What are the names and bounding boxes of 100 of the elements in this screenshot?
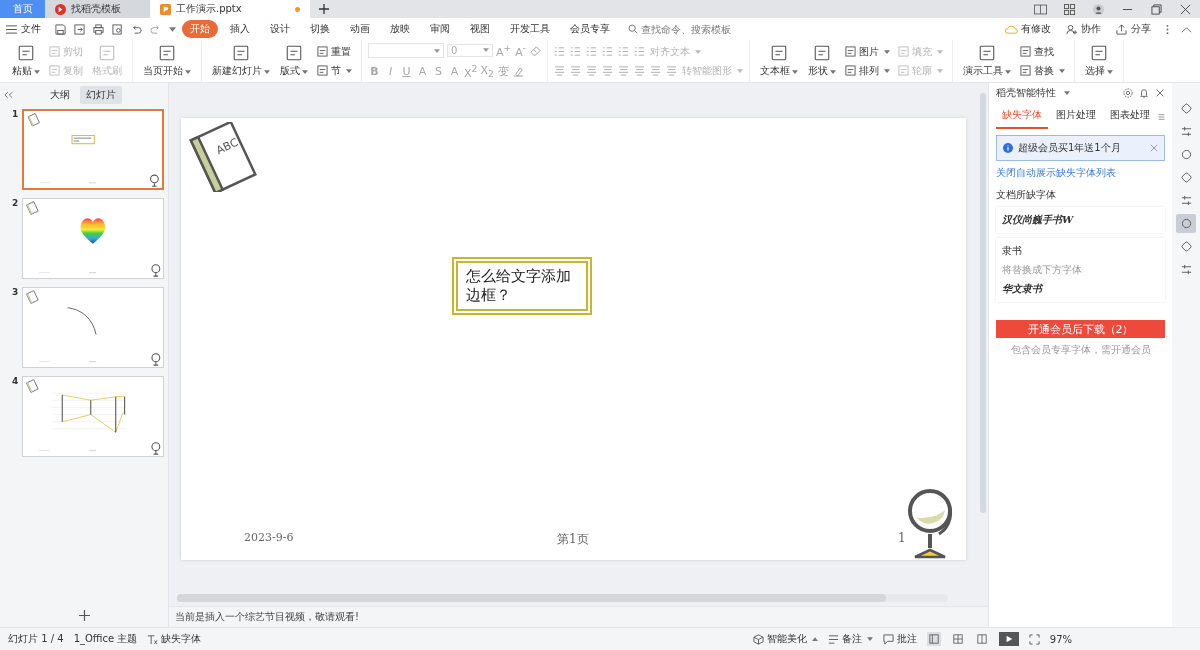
view-button[interactable] bbox=[974, 632, 989, 646]
ribbon-tab[interactable]: 开发工具 bbox=[502, 20, 558, 38]
save-icon[interactable] bbox=[55, 23, 66, 35]
file-menu[interactable]: 文件 bbox=[6, 22, 41, 36]
eraser-icon[interactable] bbox=[530, 44, 542, 56]
slide-thumbnail[interactable] bbox=[22, 376, 164, 457]
list-icon[interactable] bbox=[634, 46, 646, 57]
list-icon[interactable] bbox=[586, 46, 598, 57]
grid-icon[interactable] bbox=[1063, 3, 1076, 15]
pane-tab[interactable]: 图表处理 bbox=[1104, 105, 1156, 129]
align-icon[interactable] bbox=[650, 65, 662, 76]
tool-icon bbox=[158, 44, 176, 62]
layout-icon[interactable] bbox=[1034, 3, 1047, 15]
export-icon[interactable] bbox=[74, 23, 85, 35]
beautify-button[interactable]: 智能美化 bbox=[752, 632, 818, 646]
pane-title[interactable]: 稻壳智能特性 bbox=[996, 86, 1056, 100]
ribbon-tab[interactable]: 放映 bbox=[382, 20, 418, 38]
ribbon-button[interactable]: 文本框 bbox=[756, 44, 803, 78]
action-button[interactable]: 协作 bbox=[1065, 22, 1101, 36]
ribbon-tab[interactable]: 设计 bbox=[262, 20, 298, 38]
view-button[interactable] bbox=[926, 632, 941, 646]
hide-list-link[interactable]: 关闭自动展示缺失字体列表 bbox=[996, 166, 1165, 180]
align-icon[interactable] bbox=[554, 65, 566, 76]
search-field[interactable]: 查找命令、搜索模板 bbox=[628, 23, 751, 35]
align-icon[interactable] bbox=[570, 65, 582, 76]
align-icon[interactable] bbox=[634, 65, 646, 76]
panel-tab[interactable]: 大纲 bbox=[43, 86, 76, 104]
scrollbar[interactable] bbox=[177, 594, 948, 602]
font-card[interactable]: 汉仪尚巍手书W bbox=[996, 207, 1165, 233]
action-button[interactable]: 有修改 bbox=[1005, 22, 1051, 36]
list-icon[interactable] bbox=[570, 46, 582, 57]
align-icon[interactable] bbox=[586, 65, 598, 76]
ribbon-button[interactable]: 新建幻灯片 bbox=[208, 44, 274, 78]
ribbon-button[interactable]: 节 bbox=[317, 63, 352, 78]
bell-icon[interactable] bbox=[1139, 88, 1149, 98]
ribbon-button[interactable]: 当页开始 bbox=[139, 44, 195, 78]
avatar-icon[interactable] bbox=[1092, 3, 1105, 15]
ribbon-tab[interactable]: 切换 bbox=[302, 20, 338, 38]
close-icon[interactable] bbox=[1155, 88, 1165, 98]
slide-thumbnail[interactable] bbox=[22, 198, 164, 279]
panel-tab[interactable]: 幻灯片 bbox=[79, 86, 122, 104]
list-icon[interactable] bbox=[602, 46, 614, 57]
fit-icon[interactable] bbox=[1028, 633, 1040, 645]
zoom-level[interactable]: 97% bbox=[1049, 633, 1072, 645]
caret-icon[interactable] bbox=[1064, 91, 1070, 95]
print-icon[interactable] bbox=[93, 23, 104, 35]
notes-button[interactable]: 备注 bbox=[827, 632, 873, 646]
ribbon-button[interactable]: 形状 bbox=[804, 44, 841, 78]
download-button[interactable]: 开通会员后下载（2） bbox=[996, 320, 1165, 338]
highlighter-icon[interactable] bbox=[512, 66, 524, 78]
ribbon-button[interactable]: 粘贴 bbox=[8, 44, 44, 78]
action-button[interactable]: 分享 bbox=[1115, 22, 1151, 36]
restore-icon[interactable] bbox=[1150, 3, 1163, 15]
list-icon[interactable] bbox=[618, 46, 630, 57]
notes-text[interactable]: 当前是插入一个综艺节目视频，敬请观看! bbox=[169, 606, 988, 627]
ribbon-button[interactable]: 选择 bbox=[1081, 44, 1118, 78]
font-name-field[interactable] bbox=[368, 42, 444, 58]
align-icon[interactable] bbox=[618, 65, 630, 76]
tool-icon bbox=[49, 65, 60, 76]
ribbon-tab[interactable]: 插入 bbox=[222, 20, 258, 38]
list-icon[interactable] bbox=[554, 46, 566, 57]
pane-tab[interactable]: 缺失字体 bbox=[996, 105, 1048, 129]
plus-icon[interactable] bbox=[319, 4, 329, 14]
ribbon-tab[interactable]: 视图 bbox=[462, 20, 498, 38]
slide-thumbnail[interactable] bbox=[22, 109, 164, 190]
comments-button[interactable]: 批注 bbox=[882, 632, 917, 646]
caret-icon[interactable] bbox=[169, 26, 176, 32]
redo-icon[interactable] bbox=[150, 23, 161, 35]
plus-icon[interactable] bbox=[78, 610, 90, 621]
pane-tab[interactable]: 图片处理 bbox=[1050, 105, 1102, 129]
ribbon-button[interactable]: 重置 bbox=[317, 44, 352, 59]
double-chevron-icon[interactable] bbox=[4, 91, 13, 99]
side-tool-button[interactable] bbox=[1176, 214, 1196, 233]
tool-icon bbox=[770, 44, 789, 62]
document-tab[interactable]: 找稻壳模板 bbox=[45, 0, 150, 18]
slide-thumbnail[interactable] bbox=[22, 287, 164, 368]
theme-name[interactable]: 1_Office 主题 bbox=[73, 632, 138, 646]
undo-icon[interactable] bbox=[131, 23, 142, 35]
tool-icon bbox=[285, 44, 303, 62]
ribbon-button[interactable]: 查找 bbox=[1020, 44, 1066, 59]
align-icon[interactable] bbox=[666, 65, 678, 76]
missing-font-button[interactable]: 缺失字体 bbox=[147, 632, 202, 646]
ribbon-button[interactable]: 排列 bbox=[845, 63, 891, 78]
play-button[interactable] bbox=[998, 632, 1019, 646]
slide-counter: 幻灯片 1 / 4 bbox=[8, 632, 64, 646]
ribbon-tab[interactable]: 动画 bbox=[342, 20, 378, 38]
ribbon-tab[interactable]: 会员专享 bbox=[562, 20, 618, 38]
preview-icon[interactable] bbox=[112, 23, 123, 35]
ribbon-button[interactable]: 替换 bbox=[1020, 63, 1066, 78]
ribbon-button[interactable]: 图片 bbox=[845, 44, 891, 59]
ribbon-tab[interactable]: 审阅 bbox=[422, 20, 458, 38]
close-icon[interactable] bbox=[1179, 3, 1192, 15]
ribbon-button[interactable]: 版式 bbox=[276, 44, 312, 78]
align-icon[interactable] bbox=[602, 65, 614, 76]
ribbon-button[interactable]: 演示工具 bbox=[959, 44, 1016, 78]
document-tab[interactable]: 工作演示.pptx bbox=[150, 0, 310, 18]
view-button[interactable] bbox=[950, 632, 965, 646]
settings-icon[interactable] bbox=[1123, 88, 1133, 98]
menu-icon[interactable] bbox=[1158, 112, 1165, 122]
font-card[interactable]: 隶书 将替换成下方字体 华文隶书 bbox=[996, 238, 1165, 302]
